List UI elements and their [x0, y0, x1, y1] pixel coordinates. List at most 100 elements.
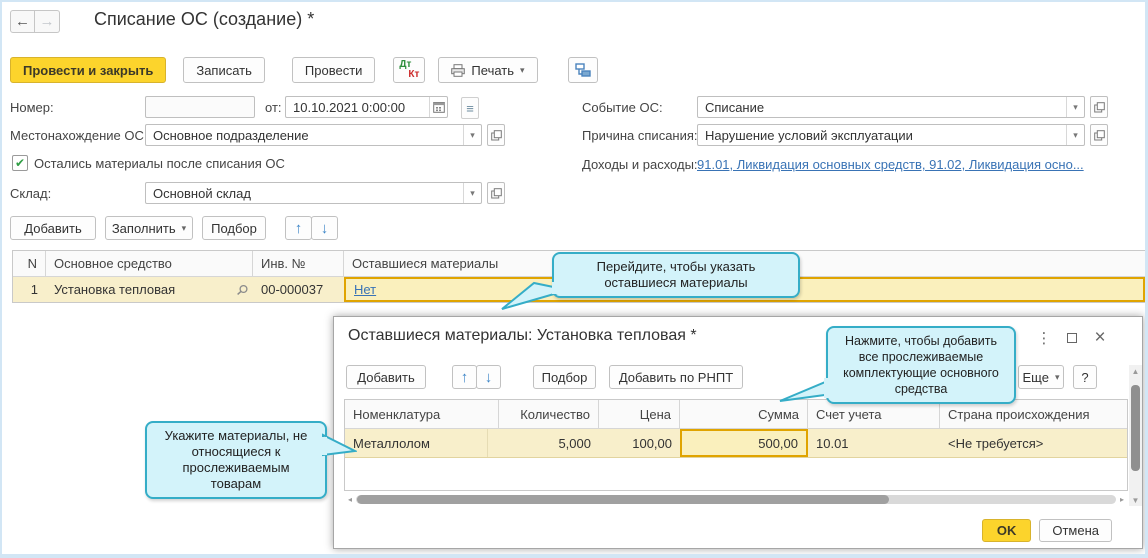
cell-sum[interactable]: 500,00 [680, 429, 808, 457]
add-by-rnpt-button[interactable]: Добавить по РНПТ [609, 365, 743, 389]
number-input[interactable] [145, 96, 255, 118]
event-combo[interactable]: Списание ▾ [697, 96, 1085, 118]
fill-button[interactable]: Заполнить ▾ [105, 216, 193, 240]
credit-label: Кт [408, 69, 420, 80]
kebab-icon: ⋮ [1036, 330, 1052, 347]
column-header-n[interactable]: N [13, 251, 46, 276]
cancel-button[interactable]: Отмена [1039, 519, 1112, 542]
related-documents-button[interactable] [567, 57, 598, 83]
dialog-add-button[interactable]: Добавить [346, 365, 426, 389]
column-header-asset[interactable]: Основное средство [46, 251, 253, 276]
column-header-sum[interactable]: Сумма [680, 400, 808, 428]
chevron-down-icon: ▾ [181, 222, 187, 233]
date-input[interactable]: 10.10.2021 0:00:00 [285, 96, 448, 118]
dialog-move-up-button[interactable]: ↑ [452, 365, 477, 389]
scroll-down-icon[interactable]: ▼ [1129, 494, 1142, 506]
scroll-right-icon[interactable]: ▸ [1116, 495, 1128, 504]
cell-nomenclature-extra[interactable] [487, 429, 499, 457]
chevron-down-icon: ▾ [470, 129, 475, 140]
scrollbar-track[interactable] [356, 495, 1116, 504]
cell-inventory-number[interactable]: 00-000037 [253, 277, 344, 302]
cell-price[interactable]: 100,00 [599, 429, 680, 457]
back-icon: ← [15, 13, 30, 30]
warehouse-label: Склад: [10, 186, 52, 201]
income-expense-label: Доходы и расходы: [582, 157, 698, 172]
post-button[interactable]: Провести [291, 57, 376, 83]
column-header-nomenclature[interactable]: Номенклатура [345, 400, 499, 428]
location-combo[interactable]: Основное подразделение ▾ [145, 124, 482, 146]
move-down-button[interactable]: ↓ [311, 216, 338, 240]
add-row-button[interactable]: Добавить [10, 216, 96, 240]
ok-button[interactable]: OK [981, 519, 1032, 542]
scrollbar-thumb[interactable] [1131, 385, 1140, 471]
table-row[interactable]: Металлолом 5,000 100,00 500,00 10.01 <Не… [345, 428, 1127, 458]
cell-asset[interactable]: Установка тепловая [46, 277, 253, 302]
chevron-down-icon: ▾ [470, 187, 475, 198]
more-button[interactable]: Еще ▾ [1018, 365, 1064, 389]
help-button[interactable]: ? [1073, 365, 1097, 389]
dialog-pick-button[interactable]: Подбор [533, 365, 596, 389]
column-header-price[interactable]: Цена [599, 400, 680, 428]
maximize-button[interactable] [1062, 328, 1082, 348]
column-header-country[interactable]: Страна происхождения [940, 400, 1127, 428]
location-label: Местонахождение ОС: [10, 128, 148, 143]
more-menu-button[interactable]: ⋮ [1034, 328, 1054, 348]
scrollbar-thumb[interactable] [357, 495, 889, 504]
dt-kt-button[interactable]: Дт Кт [393, 57, 426, 83]
number-label: Номер: [10, 100, 54, 115]
event-label: Событие ОС: [582, 100, 663, 115]
horizontal-scrollbar[interactable]: ◂ ▸ [344, 493, 1128, 506]
materials-remain-checkbox[interactable]: ✔ [12, 155, 28, 171]
back-button[interactable]: ← [10, 10, 35, 33]
location-open-button[interactable] [487, 124, 505, 146]
column-header-inv[interactable]: Инв. № [253, 251, 344, 276]
chevron-down-icon: ▾ [1073, 101, 1078, 112]
move-up-button[interactable]: ↑ [285, 216, 312, 240]
dialog-footer: OK Отмена [981, 519, 1112, 542]
dialog-title: Оставшиеся материалы: Установка тепловая… [348, 327, 697, 344]
scroll-up-icon[interactable]: ▲ [1129, 365, 1142, 377]
tooltip-specify-materials: Укажите материалы, не относящиеся к прос… [145, 421, 357, 499]
cell-nomenclature[interactable]: Металлолом [345, 429, 487, 457]
save-button[interactable]: Записать [183, 57, 265, 83]
vertical-scrollbar[interactable]: ▲ ▼ [1129, 365, 1142, 506]
warehouse-open-button[interactable] [487, 182, 505, 204]
materials-table: Номенклатура Количество Цена Сумма Счет … [344, 399, 1128, 491]
scroll-left-icon[interactable]: ◂ [344, 495, 356, 504]
reason-open-button[interactable] [1090, 124, 1108, 146]
chevron-down-icon: ▾ [520, 64, 525, 75]
page-title: Списание ОС (создание) * [94, 9, 315, 29]
cell-country[interactable]: <Не требуется> [940, 429, 1127, 457]
maximize-icon [1067, 333, 1077, 343]
dialog-move-down-button[interactable]: ↓ [476, 365, 501, 389]
dropdown-button[interactable]: ▾ [1066, 125, 1084, 145]
magnifier-icon[interactable] [236, 284, 249, 296]
close-button[interactable]: × [1090, 327, 1110, 348]
reason-combo[interactable]: Нарушение условий эксплуатации ▾ [697, 124, 1085, 146]
forward-button[interactable]: → [35, 10, 60, 33]
forward-icon: → [39, 13, 55, 30]
date-menu-button[interactable]: ≡ [461, 97, 479, 119]
remaining-materials-link[interactable]: Нет [354, 282, 376, 297]
pick-button[interactable]: Подбор [202, 216, 266, 240]
column-header-account[interactable]: Счет учета [808, 400, 940, 428]
close-icon: × [1094, 327, 1106, 348]
warehouse-combo[interactable]: Основной склад ▾ [145, 182, 482, 204]
fill-label: Заполнить [111, 220, 176, 236]
arrow-up-icon: ↑ [294, 219, 303, 237]
open-icon [1093, 129, 1105, 141]
column-header-quantity[interactable]: Количество [499, 400, 599, 428]
dropdown-button[interactable]: ▾ [463, 125, 481, 145]
tooltip-goto-materials: Перейдите, чтобы указать оставшиеся мате… [501, 252, 800, 310]
cell-account[interactable]: 10.01 [808, 429, 940, 457]
print-button[interactable]: Печать ▾ [438, 57, 538, 83]
dropdown-button[interactable]: ▾ [463, 183, 481, 203]
income-expense-link[interactable]: 91.01, Ликвидация основных средств, 91.0… [697, 157, 1084, 172]
calendar-button[interactable] [429, 97, 447, 117]
dropdown-button[interactable]: ▾ [1066, 97, 1084, 117]
post-and-close-button[interactable]: Провести и закрыть [10, 57, 167, 83]
event-open-button[interactable] [1090, 96, 1108, 118]
cell-row-number[interactable]: 1 [13, 277, 46, 302]
main-toolbar: Провести и закрыть Записать Провести Дт … [10, 57, 598, 83]
cell-quantity[interactable]: 5,000 [499, 429, 599, 457]
